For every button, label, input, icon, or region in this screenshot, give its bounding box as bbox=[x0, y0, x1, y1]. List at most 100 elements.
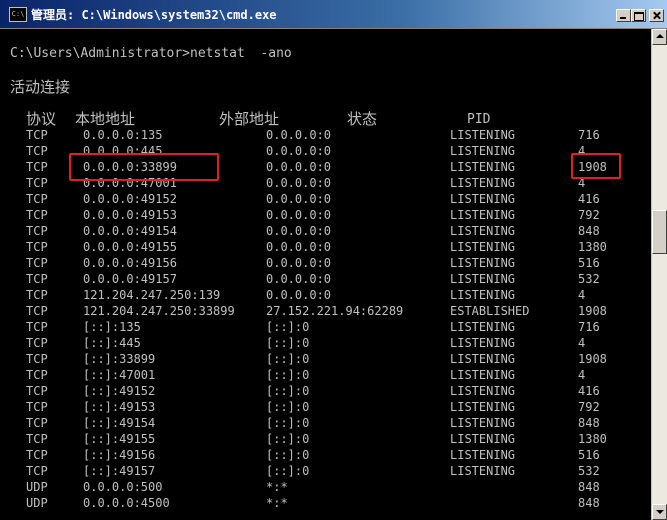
row-protocol: TCP bbox=[26, 208, 48, 222]
maximize-icon[interactable] bbox=[631, 9, 646, 22]
row-protocol: TCP bbox=[26, 400, 48, 414]
row-protocol: TCP bbox=[26, 416, 48, 430]
row-local-address: 0.0.0.0:4500 bbox=[83, 496, 170, 510]
row-foreign-address: [::]:0 bbox=[266, 432, 310, 446]
row-protocol: TCP bbox=[26, 368, 48, 382]
row-local-address: [::]:49155 bbox=[83, 432, 156, 446]
row-protocol: TCP bbox=[26, 224, 48, 238]
row-pid: 792 bbox=[578, 208, 600, 222]
row-local-address: [::]:49152 bbox=[83, 384, 156, 398]
row-foreign-address: 0.0.0.0:0 bbox=[266, 208, 332, 222]
row-state: LISTENING bbox=[450, 160, 516, 174]
row-local-address: 0.0.0.0:49155 bbox=[83, 240, 177, 254]
header-local-address: 本地地址 bbox=[75, 110, 136, 128]
row-local-address: [::]:33899 bbox=[83, 352, 156, 366]
minimize-icon[interactable] bbox=[616, 9, 631, 22]
row-pid: 416 bbox=[578, 384, 600, 398]
row-foreign-address: 0.0.0.0:0 bbox=[266, 224, 332, 238]
row-protocol: TCP bbox=[26, 144, 48, 158]
row-local-address: 121.204.247.250:33899 bbox=[83, 304, 235, 318]
command-line: C:\Users\Administrator>netstat -ano bbox=[10, 46, 292, 61]
row-local-address: 0.0.0.0:49152 bbox=[83, 192, 177, 206]
row-protocol: TCP bbox=[26, 352, 48, 366]
row-state: LISTENING bbox=[450, 384, 516, 398]
row-protocol: TCP bbox=[26, 272, 48, 286]
row-foreign-address: 0.0.0.0:0 bbox=[266, 144, 332, 158]
row-state: LISTENING bbox=[450, 224, 516, 238]
scroll-down-icon[interactable] bbox=[652, 504, 667, 520]
row-foreign-address: *:* bbox=[266, 496, 288, 510]
row-pid: 516 bbox=[578, 256, 600, 270]
vertical-scrollbar[interactable] bbox=[651, 29, 667, 520]
row-state: LISTENING bbox=[450, 128, 516, 142]
row-state: LISTENING bbox=[450, 256, 516, 270]
row-local-address: [::]:49154 bbox=[83, 416, 156, 430]
row-protocol: TCP bbox=[26, 240, 48, 254]
row-local-address: [::]:49157 bbox=[83, 464, 156, 478]
row-foreign-address: [::]:0 bbox=[266, 320, 310, 334]
row-protocol: UDP bbox=[26, 496, 48, 510]
header-protocol: 协议 bbox=[26, 110, 57, 128]
row-foreign-address: 0.0.0.0:0 bbox=[266, 288, 332, 302]
highlight-local-port-box bbox=[69, 153, 219, 181]
row-protocol: TCP bbox=[26, 320, 48, 334]
cmd-icon[interactable]: C:\ bbox=[9, 7, 27, 22]
row-protocol: TCP bbox=[26, 304, 48, 318]
row-foreign-address: 0.0.0.0:0 bbox=[266, 256, 332, 270]
row-state: ESTABLISHED bbox=[450, 304, 530, 318]
row-protocol: UDP bbox=[26, 480, 48, 494]
console-output[interactable]: C:\Users\Administrator>netstat -ano 活动连接… bbox=[0, 29, 651, 520]
row-state: LISTENING bbox=[450, 208, 516, 222]
row-protocol: TCP bbox=[26, 192, 48, 206]
row-state: LISTENING bbox=[450, 416, 516, 430]
row-protocol: TCP bbox=[26, 448, 48, 462]
title-bar[interactable]: C:\ 管理员: C:\Windows\system32\cmd.exe bbox=[0, 0, 667, 29]
row-foreign-address: [::]:0 bbox=[266, 464, 310, 478]
row-pid: 1908 bbox=[578, 304, 607, 318]
row-foreign-address: [::]:0 bbox=[266, 368, 310, 382]
row-local-address: [::]:135 bbox=[83, 320, 141, 334]
row-state: LISTENING bbox=[450, 176, 516, 190]
row-pid: 4 bbox=[578, 336, 586, 350]
row-foreign-address: 27.152.221.94:62289 bbox=[266, 304, 404, 318]
header-state: 状态 bbox=[347, 110, 378, 128]
row-foreign-address: [::]:0 bbox=[266, 448, 310, 462]
row-state: LISTENING bbox=[450, 192, 516, 206]
row-local-address: 0.0.0.0:49156 bbox=[83, 256, 177, 270]
row-pid: 4 bbox=[578, 288, 586, 302]
row-local-address: 121.204.247.250:139 bbox=[83, 288, 221, 302]
row-state: LISTENING bbox=[450, 336, 516, 350]
row-local-address: 0.0.0.0:49153 bbox=[83, 208, 177, 222]
row-foreign-address: *:* bbox=[266, 480, 288, 494]
row-local-address: [::]:47001 bbox=[83, 368, 156, 382]
row-pid: 848 bbox=[578, 416, 600, 430]
row-pid: 716 bbox=[578, 128, 600, 142]
row-foreign-address: 0.0.0.0:0 bbox=[266, 240, 332, 254]
row-protocol: TCP bbox=[26, 464, 48, 478]
row-pid: 848 bbox=[578, 496, 600, 510]
row-protocol: TCP bbox=[26, 384, 48, 398]
row-protocol: TCP bbox=[26, 288, 48, 302]
row-state: LISTENING bbox=[450, 448, 516, 462]
row-protocol: TCP bbox=[26, 336, 48, 350]
row-protocol: TCP bbox=[26, 176, 48, 190]
row-local-address: 0.0.0.0:135 bbox=[83, 128, 163, 142]
row-protocol: TCP bbox=[26, 160, 48, 174]
row-state: LISTENING bbox=[450, 144, 516, 158]
scrollbar-thumb[interactable] bbox=[652, 210, 667, 254]
scroll-up-icon[interactable] bbox=[652, 29, 667, 45]
row-pid: 848 bbox=[578, 224, 600, 238]
section-title: 活动连接 bbox=[10, 78, 71, 96]
row-state: LISTENING bbox=[450, 352, 516, 366]
header-foreign-address: 外部地址 bbox=[219, 110, 280, 128]
window-title: 管理员: C:\Windows\system32\cmd.exe bbox=[31, 8, 277, 22]
row-state: LISTENING bbox=[450, 464, 516, 478]
row-pid: 1380 bbox=[578, 432, 607, 446]
row-state: LISTENING bbox=[450, 272, 516, 286]
row-state: LISTENING bbox=[450, 288, 516, 302]
row-foreign-address: [::]:0 bbox=[266, 352, 310, 366]
close-icon[interactable] bbox=[649, 9, 664, 22]
row-foreign-address: [::]:0 bbox=[266, 400, 310, 414]
row-protocol: TCP bbox=[26, 128, 48, 142]
row-pid: 1908 bbox=[578, 352, 607, 366]
